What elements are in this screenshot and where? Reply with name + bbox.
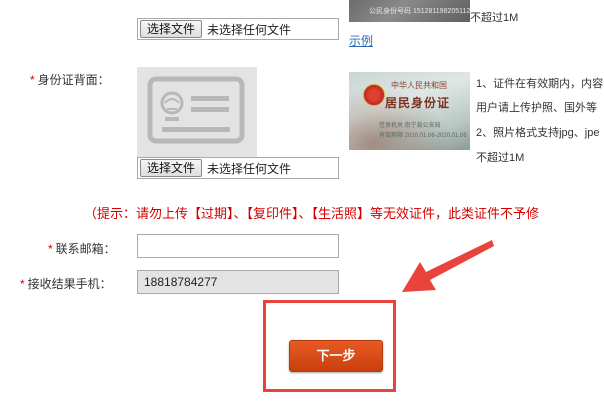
next-step-button[interactable]: 下一步	[289, 340, 383, 372]
